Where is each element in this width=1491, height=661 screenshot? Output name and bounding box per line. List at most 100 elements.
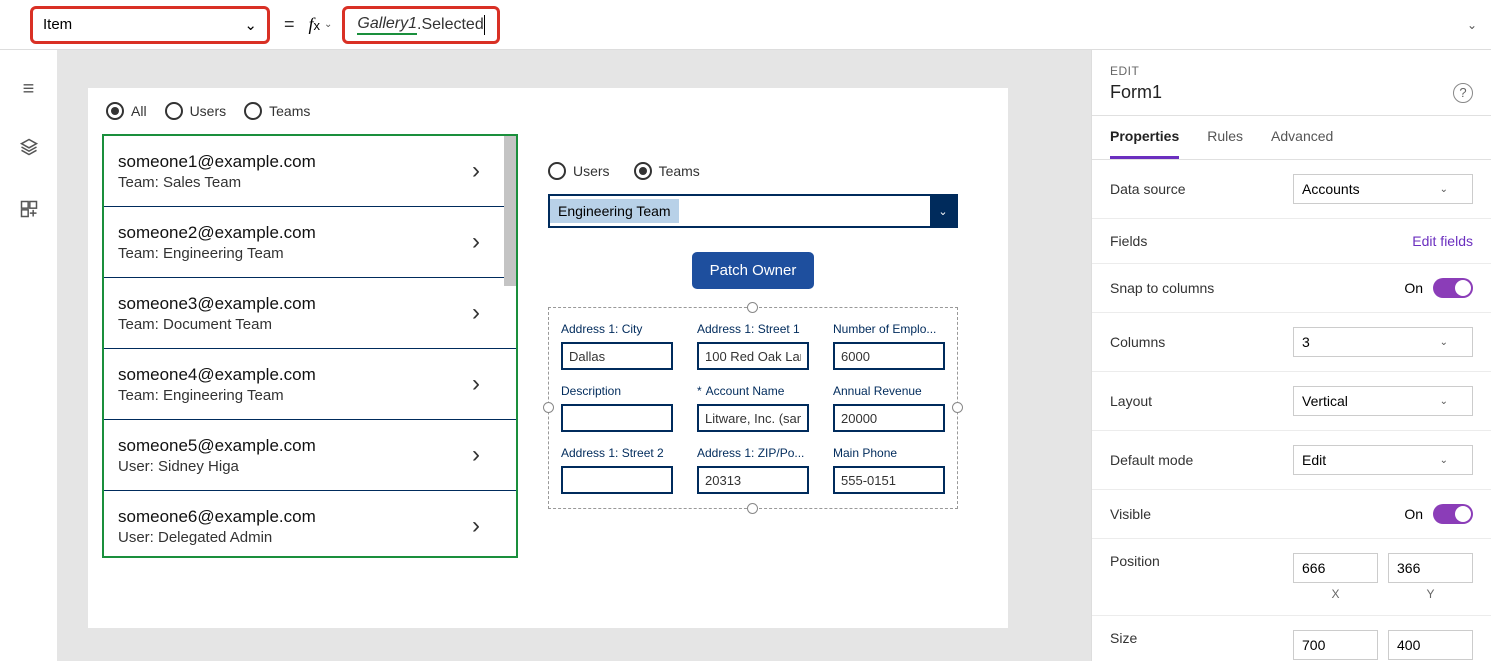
prop-label-columns: Columns <box>1110 334 1165 350</box>
patch-owner-button[interactable]: Patch Owner <box>692 252 815 289</box>
columns-select[interactable]: 3⌄ <box>1293 327 1473 357</box>
combobox-value: Engineering Team <box>550 199 679 223</box>
tab-properties[interactable]: Properties <box>1110 116 1179 159</box>
resize-handle-right[interactable] <box>952 402 963 413</box>
properties-panel: EDIT Form1 ? Properties Rules Advanced D… <box>1091 50 1491 661</box>
gallery-item[interactable]: someone2@example.com Team: Engineering Te… <box>104 207 516 278</box>
tab-rules[interactable]: Rules <box>1207 116 1243 159</box>
chevron-right-icon[interactable]: › <box>472 157 502 185</box>
chevron-down-icon: ⌄ <box>930 196 956 226</box>
chevron-down-icon: ⌄ <box>1440 455 1448 466</box>
resize-handle-top[interactable] <box>747 302 758 313</box>
canvas-area[interactable]: All Users Teams someone1@example.com Team… <box>58 50 1091 661</box>
field-label: Account Name <box>697 384 809 398</box>
prop-label-fields: Fields <box>1110 233 1147 249</box>
resize-handle-bottom[interactable] <box>747 503 758 514</box>
panel-mode-label: EDIT <box>1110 64 1473 78</box>
chevron-right-icon[interactable]: › <box>472 370 502 398</box>
field-zip[interactable] <box>697 466 809 494</box>
left-rail: ≡ <box>0 50 58 661</box>
help-icon[interactable]: ? <box>1453 83 1473 103</box>
prop-label-layout: Layout <box>1110 393 1152 409</box>
chevron-right-icon[interactable]: › <box>472 512 502 540</box>
chevron-right-icon[interactable]: › <box>472 441 502 469</box>
toggle-state: On <box>1404 280 1423 296</box>
components-icon[interactable] <box>19 199 39 225</box>
field-label: Address 1: ZIP/Po... <box>697 446 809 460</box>
visible-toggle[interactable] <box>1433 504 1473 524</box>
prop-label-datasource: Data source <box>1110 181 1185 197</box>
formula-expand-chevron[interactable]: ⌄ <box>1467 18 1477 32</box>
field-description[interactable] <box>561 404 673 432</box>
gallery-item-email: someone3@example.com <box>118 294 316 314</box>
layers-icon[interactable] <box>19 137 39 163</box>
equals-sign: = <box>284 14 295 35</box>
field-phone[interactable] <box>833 466 945 494</box>
gallery-item-email: someone4@example.com <box>118 365 316 385</box>
position-x-input[interactable] <box>1293 553 1378 583</box>
datasource-select[interactable]: Accounts⌄ <box>1293 174 1473 204</box>
chevron-down-icon: ⌄ <box>244 16 257 34</box>
gallery-item[interactable]: someone4@example.comTeam: Engineering Te… <box>104 349 516 420</box>
gallery-item-email: someone6@example.com <box>118 507 316 527</box>
edit-fields-link[interactable]: Edit fields <box>1412 233 1473 249</box>
gallery-item[interactable]: someone1@example.com Team: Sales Team › <box>104 136 516 207</box>
radio-teams[interactable]: Teams <box>244 102 310 120</box>
formula-bar-area: Item ⌄ = fx ⌄ Gallery1.Selected ⌄ <box>0 0 1491 50</box>
chevron-down-icon: ⌄ <box>1440 184 1448 195</box>
formula-ref: Gallery1 <box>357 15 417 35</box>
layout-select[interactable]: Vertical⌄ <box>1293 386 1473 416</box>
gallery-item[interactable]: someone5@example.comUser: Sidney Higa› <box>104 420 516 491</box>
field-street2[interactable] <box>561 466 673 494</box>
gallery[interactable]: someone1@example.comTeam: Sales Team›som… <box>102 134 518 558</box>
field-label: Address 1: Street 2 <box>561 446 673 460</box>
gallery-item-email: someone2@example.com <box>118 223 316 243</box>
field-account-name[interactable] <box>697 404 809 432</box>
prop-label-position: Position <box>1110 553 1160 569</box>
prop-label-size: Size <box>1110 630 1137 646</box>
panel-tabs: Properties Rules Advanced <box>1092 116 1491 160</box>
resize-handle-left[interactable] <box>543 402 554 413</box>
formula-input[interactable]: Gallery1.Selected <box>342 6 499 44</box>
gallery-item-subtitle: Team: Engineering Team <box>118 245 316 262</box>
radio-users[interactable]: Users <box>165 102 227 120</box>
right-radio-users[interactable]: Users <box>548 162 610 180</box>
tab-advanced[interactable]: Advanced <box>1271 116 1333 159</box>
field-employees[interactable] <box>833 342 945 370</box>
gallery-item-email: someone1@example.com <box>118 152 316 172</box>
formula-rest: .Selected <box>417 16 484 34</box>
hamburger-icon[interactable]: ≡ <box>23 78 35 101</box>
prop-label-visible: Visible <box>1110 506 1151 522</box>
gallery-item-email: someone5@example.com <box>118 436 316 456</box>
field-street1[interactable] <box>697 342 809 370</box>
position-y-input[interactable] <box>1388 553 1473 583</box>
size-height-input[interactable] <box>1388 630 1473 660</box>
fx-chevron-icon[interactable]: ⌄ <box>324 19 332 30</box>
gallery-item-subtitle: Team: Document Team <box>118 316 316 333</box>
gallery-item-subtitle: Team: Sales Team <box>118 174 316 191</box>
property-selector[interactable]: Item ⌄ <box>30 6 270 44</box>
gallery-item[interactable]: someone6@example.comUser: Delegated Admi… <box>104 491 516 558</box>
form-control[interactable]: Address 1: City Address 1: Street 1 Numb… <box>548 307 958 509</box>
snap-toggle[interactable] <box>1433 278 1473 298</box>
size-width-input[interactable] <box>1293 630 1378 660</box>
chevron-right-icon[interactable]: › <box>472 299 502 327</box>
right-radio-teams[interactable]: Teams <box>634 162 700 180</box>
selected-control-name: Form1 <box>1110 82 1162 103</box>
prop-label-snap: Snap to columns <box>1110 280 1214 296</box>
right-radio-group: Users Teams <box>548 162 958 180</box>
field-label: Address 1: City <box>561 322 673 336</box>
defaultmode-select[interactable]: Edit⌄ <box>1293 445 1473 475</box>
field-label: Address 1: Street 1 <box>697 322 809 336</box>
chevron-right-icon[interactable]: › <box>472 228 502 256</box>
field-label: Main Phone <box>833 446 945 460</box>
team-combobox[interactable]: Engineering Team ⌄ <box>548 194 958 228</box>
gallery-item[interactable]: someone3@example.com Team: Document Team › <box>104 278 516 349</box>
fx-icon[interactable]: fx <box>309 14 321 35</box>
field-label: Number of Emplo... <box>833 322 945 336</box>
radio-all[interactable]: All <box>106 102 147 120</box>
field-city[interactable] <box>561 342 673 370</box>
gallery-scrollbar[interactable] <box>504 136 516 286</box>
app-screen: All Users Teams someone1@example.com Team… <box>88 88 1008 628</box>
field-revenue[interactable] <box>833 404 945 432</box>
